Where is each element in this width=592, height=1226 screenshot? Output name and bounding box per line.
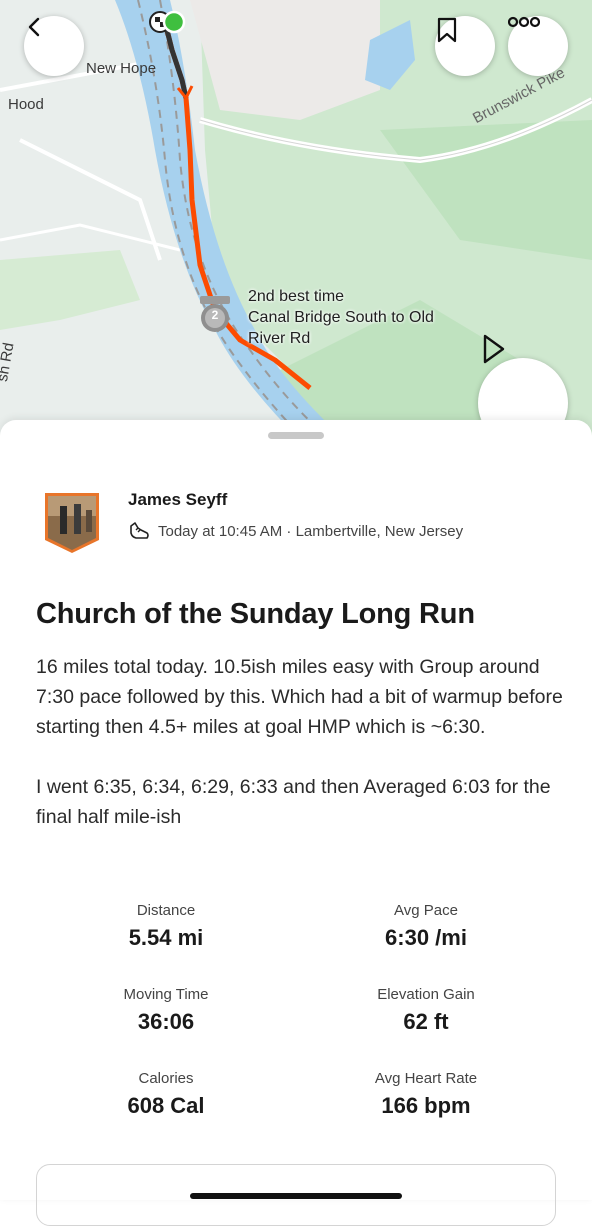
more-options-button[interactable] [508,16,568,76]
stat-label: Moving Time [123,986,209,1003]
shoe-icon [130,522,149,539]
home-indicator[interactable] [190,1193,402,1199]
bookmark-icon [437,17,457,43]
stat-value: 36:06 [137,1009,195,1034]
athlete-name[interactable]: James Seyff [128,490,227,510]
segment-badge-rank: 2 [211,308,219,322]
stat-label: Elevation Gain [377,986,475,1003]
description-paragraph-1: 16 miles total today. 10.5ish miles easy… [36,656,563,738]
stat-moving-time: Moving Time 36:06 [56,986,276,1035]
stat-avg-heart-rate: Avg Heart Rate 166 bpm [316,1070,536,1119]
more-icon [508,16,540,28]
segment-name-line2: River Rd [248,330,311,347]
stat-avg-pace: Avg Pace 6:30 /mi [316,902,536,951]
map-label-new-hope: New Hope [86,60,157,77]
stat-label: Distance [136,902,196,919]
back-button[interactable] [24,16,84,76]
segment-achievement-label[interactable]: 2nd best time Canal Bridge South to Old … [248,286,434,349]
stat-value: 5.54 mi [128,925,204,950]
stat-value: 166 bpm [381,1093,471,1118]
activity-title: Church of the Sunday Long Run [36,598,475,630]
segment-rank-text: 2nd best time [248,288,345,305]
sheet-drag-handle[interactable] [268,432,324,439]
route-map[interactable]: New Hope Hood Brunswick Pike sh Rd 2 2nd… [0,0,592,440]
activity-meta: Today at 10:45 AM · Lambertville, New Je… [128,520,463,542]
stat-distance: Distance 5.54 mi [56,902,276,951]
activity-sheet: James Seyff Today at 10:45 AM · Lambertv… [0,420,592,1226]
play-icon [483,334,505,364]
chevron-left-icon [28,17,40,37]
segment-name-line1: Canal Bridge South to Old [248,309,434,326]
stat-label: Calories [138,1070,194,1087]
stat-value: 608 Cal [127,1093,205,1118]
stat-label: Avg Heart Rate [374,1070,478,1087]
description-paragraph-2: I went 6:35, 6:34, 6:29, 6:33 and then A… [36,776,551,828]
stat-elevation-gain: Elevation Gain 62 ft [316,986,536,1035]
activity-description: 16 miles total today. 10.5ish miles easy… [36,652,566,832]
map-label-hood: Hood [8,96,44,113]
bookmark-button[interactable] [435,16,495,76]
athlete-avatar[interactable] [42,490,102,556]
stat-value: 6:30 /mi [385,925,467,950]
stat-label: Avg Pace [394,902,458,919]
stat-value: 62 ft [403,1009,449,1034]
stat-calories: Calories 608 Cal [56,1070,276,1119]
activity-date-location: Today at 10:45 AM · Lambertville, New Je… [158,522,464,540]
